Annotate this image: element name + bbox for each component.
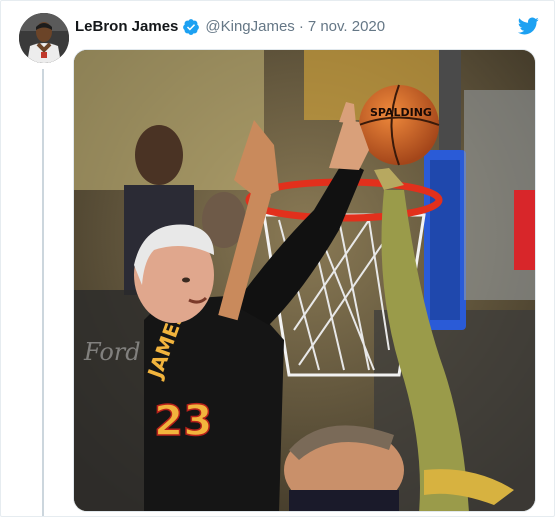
author-handle[interactable]: @KingJames (205, 17, 294, 37)
tweet-date[interactable]: 7 nov. 2020 (308, 17, 385, 37)
avatar[interactable] (19, 13, 69, 63)
tweet-card: LeBron James @KingJames · 7 nov. 2020 SP… (0, 0, 555, 517)
author-display-name[interactable]: LeBron James (75, 17, 178, 37)
twitter-bird-icon[interactable] (516, 15, 540, 37)
court-ad-text: Ford (83, 338, 141, 366)
ball-brand-text: SPALDING (370, 106, 432, 119)
thread-line (42, 69, 44, 516)
separator-dot: · (298, 18, 304, 35)
tweet-media-photo[interactable]: SPALDING JAMES 23 Ford (73, 49, 536, 512)
verified-badge-icon (182, 18, 200, 36)
basketball-block-photo-icon: SPALDING JAMES 23 Ford (74, 50, 535, 511)
tweet-header: LeBron James @KingJames · 7 nov. 2020 (75, 17, 385, 37)
jersey-number-text: 23 (154, 396, 212, 445)
